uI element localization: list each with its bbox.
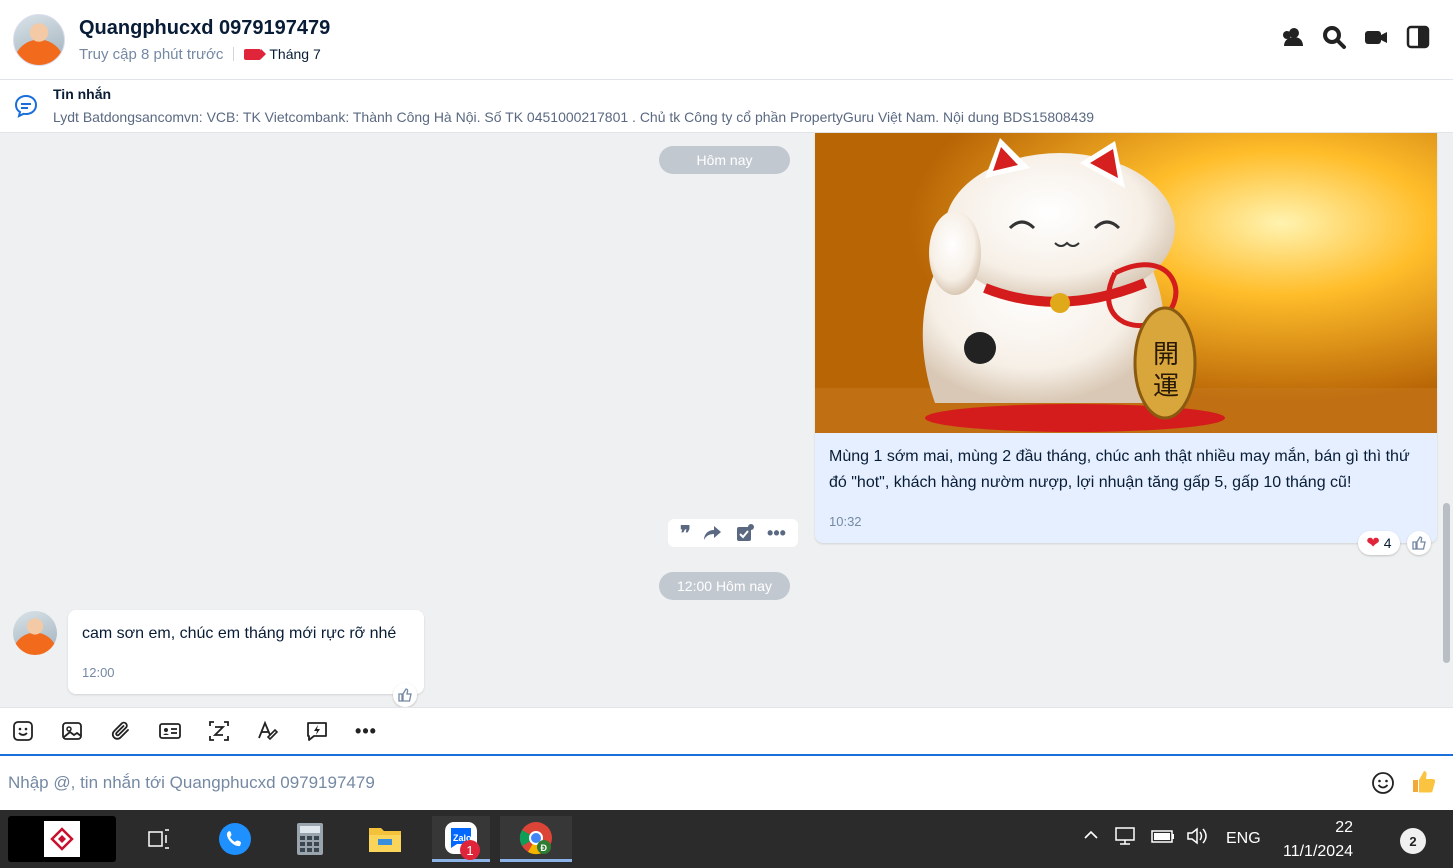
contact-avatar[interactable] [13, 13, 65, 66]
more-icon: ••• [355, 720, 377, 741]
chevron-up-icon[interactable] [1082, 826, 1100, 844]
message-input[interactable] [8, 769, 1308, 797]
pinned-text: Lydt Batdongsancomvn: VCB: TK Vietcomban… [53, 109, 1095, 125]
attach-file-button[interactable] [106, 716, 136, 746]
message-actions: ❞ ••• [668, 519, 798, 547]
lucky-cat-image: 開 運 [815, 133, 1437, 433]
svg-text:運: 運 [1153, 372, 1179, 402]
app-logo-icon [44, 821, 80, 857]
sidebar-toggle-icon [1406, 25, 1430, 49]
emoji-icon [1372, 772, 1394, 794]
taskbar-phone-app[interactable] [206, 816, 264, 862]
folder-icon [369, 828, 401, 852]
react-button[interactable] [393, 683, 417, 707]
received-message-time: 12:00 [82, 665, 115, 680]
composer [0, 754, 1453, 810]
sticker-icon [13, 721, 33, 741]
sender-avatar[interactable] [13, 611, 57, 655]
sent-message-text: Mùng 1 sớm mai, mùng 2 đầu tháng, chúc a… [829, 448, 1410, 491]
sent-message-bubble[interactable]: 開 運 Mùng 1 sớm mai, mùng 2 đầu tháng, ch… [815, 133, 1437, 543]
start-button[interactable] [8, 816, 116, 862]
group-add-icon [1283, 28, 1303, 46]
text-format-icon [258, 720, 279, 741]
task-icon[interactable] [735, 523, 755, 543]
composer-toolbar: ••• [0, 707, 1453, 754]
image-button[interactable] [57, 716, 87, 746]
clock-time: 22 [1335, 819, 1353, 836]
video-icon [1365, 31, 1387, 44]
sent-message-time: 10:32 [829, 514, 862, 529]
divider [233, 47, 235, 61]
search-button[interactable] [1321, 24, 1347, 50]
task-view-icon [148, 829, 169, 849]
screenshot-button[interactable] [204, 716, 234, 746]
reaction-count: 4 [1383, 535, 1392, 551]
video-call-button[interactable] [1363, 24, 1389, 50]
received-message-text: cam sơn em, chúc em tháng mới rực rỡ nhé [82, 625, 397, 642]
screenshot-icon [209, 721, 229, 741]
quick-like-button[interactable] [1410, 768, 1438, 801]
calculator-icon [297, 823, 323, 855]
heart-icon: ❤ [1366, 535, 1380, 552]
windows-taskbar: Zalo 1 Đ ENG 22 11/1/2024 2 [0, 810, 1453, 868]
thumbs-up-icon [398, 688, 412, 702]
task-view-button[interactable] [130, 816, 188, 862]
contact-info: Quangphucxd 0979197479 Truy cập 8 phút t… [79, 17, 330, 63]
zalo-unread-badge: 1 [460, 840, 480, 860]
chrome-icon: Đ [519, 821, 552, 854]
thumbs-up-icon [1412, 536, 1426, 550]
svg-text:開: 開 [1153, 340, 1179, 370]
input-language[interactable]: ENG [1226, 830, 1261, 848]
pinned-message-bar[interactable]: Tin nhắn Lydt Batdongsancomvn: VCB: TK V… [0, 80, 1453, 133]
phone-icon [219, 823, 251, 855]
svg-text:Đ: Đ [541, 843, 548, 853]
tag-label[interactable]: Tháng 7 [269, 46, 320, 62]
message-list[interactable]: Hôm nay 開 運 Mùng 1 sớm mai, mùng 2 đầu t… [0, 133, 1453, 707]
reaction-summary[interactable]: ❤ 4 [1358, 531, 1400, 555]
contact-card-icon [159, 723, 181, 739]
last-seen-text: Truy cập 8 phút trước [79, 45, 224, 63]
pinned-title: Tin nhắn [53, 86, 112, 102]
quick-message-button[interactable] [302, 716, 332, 746]
quote-icon[interactable]: ❞ [680, 521, 691, 546]
date-divider: Hôm nay [659, 146, 790, 174]
taskbar-zalo-app[interactable]: Zalo 1 [432, 816, 490, 862]
toggle-panel-button[interactable] [1405, 24, 1431, 50]
volume-icon[interactable] [1186, 826, 1210, 846]
paperclip-icon [111, 721, 129, 740]
contact-name[interactable]: Quangphucxd 0979197479 [79, 17, 330, 40]
search-icon [1323, 26, 1346, 49]
chat-bubble-icon [14, 94, 38, 118]
forward-icon[interactable] [703, 524, 723, 542]
react-button[interactable] [1407, 531, 1431, 555]
taskbar-file-explorer-app[interactable] [356, 816, 414, 862]
notification-center-button[interactable]: 2 [1400, 828, 1426, 854]
add-group-button[interactable] [1279, 24, 1305, 50]
chat-header: Quangphucxd 0979197479 Truy cập 8 phút t… [0, 0, 1453, 80]
more-icon[interactable]: ••• [767, 523, 786, 544]
header-actions [1279, 24, 1431, 50]
received-message-bubble[interactable]: cam sơn em, chúc em tháng mới rực rỡ nhé… [68, 610, 424, 694]
network-icon[interactable] [1114, 826, 1138, 846]
tag-icon [244, 48, 267, 60]
date-divider: 12:00 Hôm nay [659, 572, 790, 600]
battery-icon[interactable] [1150, 826, 1176, 846]
emoji-button[interactable] [1370, 770, 1396, 801]
scrollbar[interactable] [1443, 503, 1450, 663]
thumbs-up-icon [1413, 771, 1436, 793]
taskbar-chrome-app[interactable]: Đ [500, 816, 572, 862]
text-format-button[interactable] [253, 716, 283, 746]
more-options-button[interactable]: ••• [351, 716, 381, 746]
sticker-button[interactable] [8, 716, 38, 746]
message-image[interactable]: 開 運 [815, 133, 1437, 433]
system-clock[interactable]: 22 11/1/2024 [1283, 816, 1353, 864]
contact-status-row: Truy cập 8 phút trước Tháng 7 [79, 46, 330, 63]
contact-card-button[interactable] [155, 716, 185, 746]
image-icon [62, 722, 82, 740]
quick-message-icon [307, 722, 327, 741]
taskbar-calculator-app[interactable] [281, 816, 339, 862]
clock-date: 11/1/2024 [1283, 843, 1353, 860]
